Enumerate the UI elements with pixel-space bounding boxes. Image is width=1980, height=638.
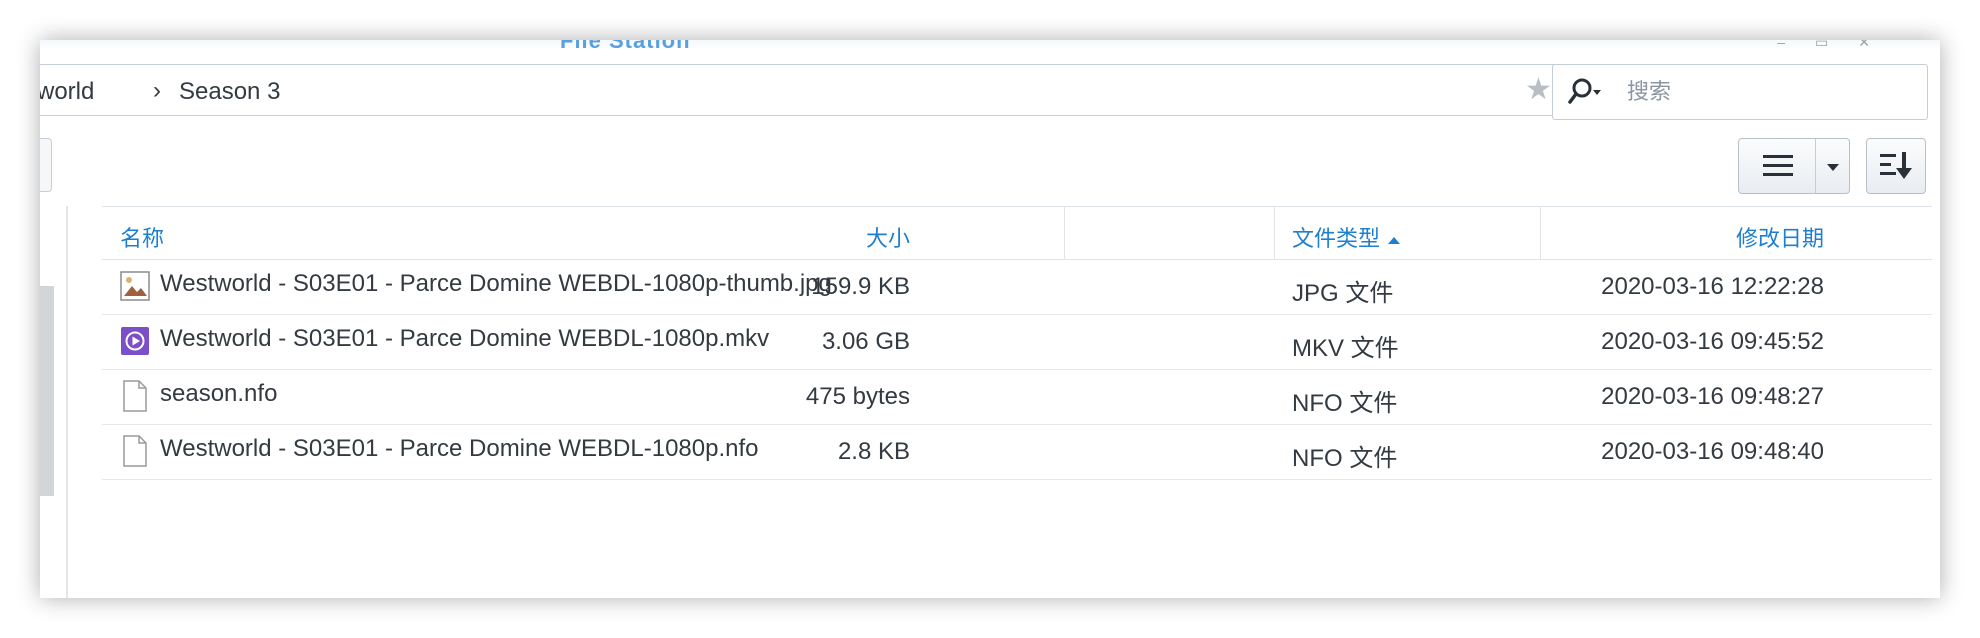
file-station-window: File Station ‒▭✕ world › Season 3 ★ 搜索 名… bbox=[40, 40, 1940, 598]
video-file-icon bbox=[120, 325, 150, 357]
file-type: NFO 文件 bbox=[1292, 390, 1398, 417]
chevron-down-icon[interactable] bbox=[1827, 164, 1839, 171]
search-box[interactable] bbox=[1552, 64, 1928, 120]
table-header: 名称 大小 文件类型 修改日期 bbox=[102, 206, 1932, 260]
file-modified: 2020-03-16 12:22:28 bbox=[1601, 273, 1824, 300]
document-file-icon bbox=[120, 435, 150, 467]
column-divider[interactable] bbox=[1274, 207, 1275, 259]
breadcrumb-item-parent[interactable]: world bbox=[40, 78, 94, 106]
file-name: season.nfo bbox=[160, 380, 278, 407]
column-header-type-label: 文件类型 bbox=[1292, 226, 1381, 251]
file-size: 159.9 KB bbox=[811, 273, 910, 300]
table-row[interactable]: Westworld - S03E01 - Parce Domine WEBDL-… bbox=[102, 425, 1932, 480]
column-divider[interactable] bbox=[1540, 207, 1541, 259]
file-type: NFO 文件 bbox=[1292, 445, 1398, 472]
file-type: JPG 文件 bbox=[1292, 280, 1394, 307]
file-modified: 2020-03-16 09:48:27 bbox=[1601, 383, 1824, 410]
sidebar-scrollbar[interactable] bbox=[40, 286, 54, 496]
table-row[interactable]: season.nfo 475 bytes NFO 文件 2020-03-16 0… bbox=[102, 370, 1932, 425]
image-file-icon bbox=[120, 270, 150, 302]
column-header-size[interactable]: 大小 bbox=[866, 221, 910, 253]
column-header-name[interactable]: 名称 bbox=[120, 221, 164, 253]
title-bar: File Station ‒▭✕ bbox=[40, 40, 1940, 53]
search-input[interactable] bbox=[1625, 73, 1919, 111]
table-body: Westworld - S03E01 - Parce Domine WEBDL-… bbox=[102, 260, 1932, 480]
table-row[interactable]: Westworld - S03E01 - Parce Domine WEBDL-… bbox=[102, 260, 1932, 315]
file-name: Westworld - S03E01 - Parce Domine WEBDL-… bbox=[160, 325, 770, 352]
breadcrumb-separator: › bbox=[153, 77, 161, 104]
sort-button[interactable] bbox=[1866, 138, 1926, 194]
view-button-divider bbox=[1815, 139, 1816, 193]
sidebar-divider bbox=[66, 206, 68, 598]
file-size: 475 bytes bbox=[805, 383, 910, 410]
sort-icon bbox=[1880, 152, 1912, 179]
favorite-star-icon[interactable]: ★ bbox=[1525, 75, 1555, 105]
window-controls[interactable]: ‒▭✕ bbox=[1777, 40, 1900, 51]
file-name: Westworld - S03E01 - Parce Domine WEBDL-… bbox=[160, 270, 832, 297]
list-view-icon bbox=[1763, 155, 1793, 176]
file-type: MKV 文件 bbox=[1292, 335, 1399, 362]
search-icon[interactable] bbox=[1567, 77, 1601, 107]
file-size: 3.06 GB bbox=[821, 328, 910, 355]
file-table: 名称 大小 文件类型 修改日期 Westworld - S03E01 - Par… bbox=[102, 206, 1932, 480]
table-row[interactable]: Westworld - S03E01 - Parce Domine WEBDL-… bbox=[102, 315, 1932, 370]
document-file-icon bbox=[120, 380, 150, 412]
view-mode-button[interactable] bbox=[1738, 138, 1850, 194]
path-bar[interactable]: world › Season 3 ★ bbox=[40, 64, 1572, 116]
column-header-type[interactable]: 文件类型 bbox=[1292, 221, 1401, 253]
window-title: File Station bbox=[560, 40, 691, 53]
breadcrumb-item-current[interactable]: Season 3 bbox=[179, 78, 280, 106]
back-button[interactable] bbox=[40, 138, 52, 192]
file-name: Westworld - S03E01 - Parce Domine WEBDL-… bbox=[160, 435, 759, 462]
file-modified: 2020-03-16 09:45:52 bbox=[1601, 328, 1824, 355]
file-size: 2.8 KB bbox=[837, 438, 910, 465]
column-header-modified[interactable]: 修改日期 bbox=[1736, 221, 1824, 253]
column-menu-icon[interactable] bbox=[1934, 219, 1940, 247]
file-modified: 2020-03-16 09:48:40 bbox=[1601, 438, 1824, 465]
column-divider[interactable] bbox=[1064, 207, 1065, 259]
sort-ascending-icon bbox=[1388, 236, 1401, 244]
